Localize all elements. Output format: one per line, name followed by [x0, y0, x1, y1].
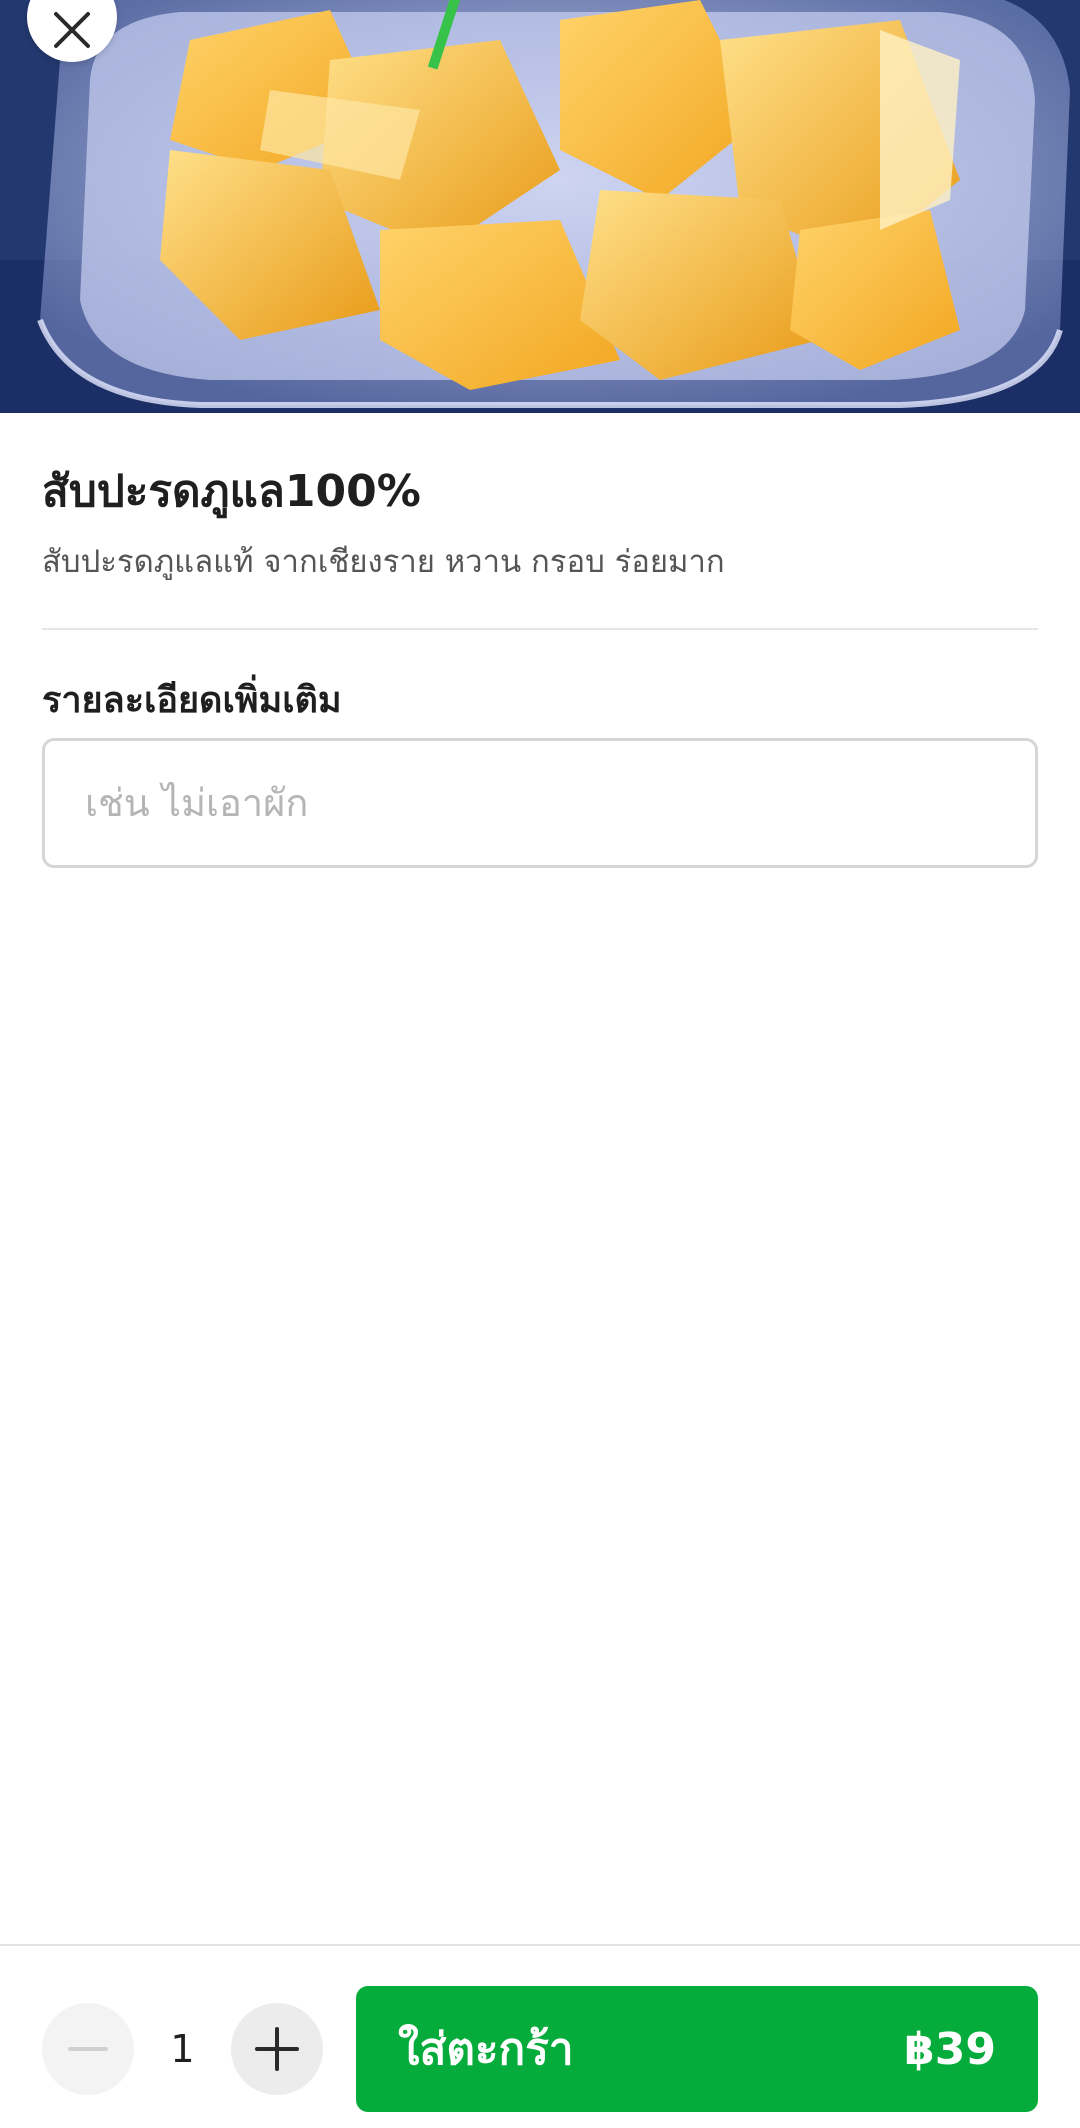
plus-icon [255, 2027, 299, 2071]
close-icon [54, 12, 90, 48]
add-to-cart-label: ใส่ตะกร้า [398, 2024, 574, 2075]
minus-icon [68, 2047, 108, 2051]
special-instructions-input[interactable] [42, 738, 1038, 868]
special-instructions-label: รายละเอียดเพิ่มเติม [42, 680, 342, 721]
quantity-value: 1 [170, 2027, 195, 2071]
decrease-quantity-button[interactable] [42, 2003, 134, 2095]
product-description: สับปะรดภูแลแท้ จากเชียงราย หวาน กรอบ ร่อ… [42, 544, 725, 580]
add-to-cart-price: ฿39 [904, 2023, 996, 2075]
bottom-bar-divider [0, 1944, 1080, 1946]
increase-quantity-button[interactable] [231, 2003, 323, 2095]
add-to-cart-button[interactable]: ใส่ตะกร้า ฿39 [356, 1986, 1038, 2112]
product-detail-page: สับปะรดภูแล100% สับปะรดภูแลแท้ จากเชียงร… [0, 0, 1080, 2128]
section-divider [42, 628, 1038, 630]
product-title: สับปะรดภูแล100% [42, 466, 421, 517]
product-image [0, 0, 1080, 413]
